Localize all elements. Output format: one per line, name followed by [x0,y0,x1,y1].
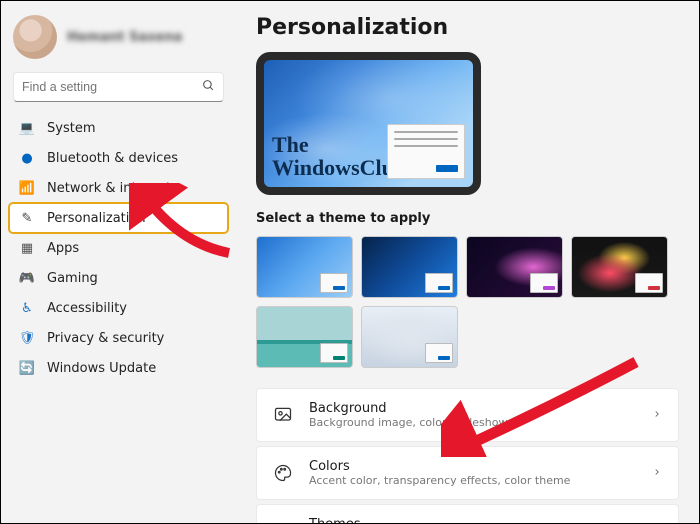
sidebar-item-network-internet[interactable]: 📶 Network & internet [9,173,228,203]
sidebar-item-label: Bluetooth & devices [47,151,178,166]
preview-window-card [387,124,465,179]
setting-row-themes[interactable]: ThemesInstall, create, manage [256,504,679,523]
setting-desc: Accent color, transparency effects, colo… [309,474,636,487]
theme-section-label: Select a theme to apply [256,211,679,226]
apps-icon: ▦ [19,240,35,256]
sidebar-item-gaming[interactable]: 🎮 Gaming [9,263,228,293]
privacy-icon: 🛡 [19,330,35,346]
sidebar-item-accessibility[interactable]: ♿ Accessibility [9,293,228,323]
sidebar-item-label: System [47,121,95,136]
sidebar-item-label: Privacy & security [47,331,164,346]
setting-title: Colors [309,459,636,474]
sidebar-item-label: Personalization [47,211,146,226]
setting-title: Background [309,401,636,416]
network-icon: 📶 [19,180,35,196]
theme-tile-4[interactable] [571,236,668,298]
windows-icon: 🔄 [19,360,35,376]
watermark-text: The WindowsClub [272,133,406,179]
accent-swatch [436,165,458,172]
sidebar-item-label: Apps [47,241,79,256]
sidebar-item-label: Accessibility [47,301,127,316]
sidebar-nav: 💻 System ● Bluetooth & devices 📶 Network & in… [5,113,232,383]
search-box[interactable] [13,72,224,102]
theme-tile-1[interactable] [256,236,353,298]
theme-tile-5[interactable] [256,306,353,368]
theme-tile-3[interactable] [466,236,563,298]
sidebar-item-apps[interactable]: ▦ Apps [9,233,228,263]
sidebar-item-label: Gaming [47,271,98,286]
sidebar-item-label: Network & internet [47,181,171,196]
accessibility-icon: ♿ [19,300,35,316]
system-icon: 💻 [19,120,35,136]
sidebar-item-system[interactable]: 💻 System [9,113,228,143]
brush-icon [273,521,293,523]
bluetooth-icon: ● [19,150,35,166]
sidebar-item-windows-update[interactable]: 🔄 Windows Update [9,353,228,383]
palette-icon [273,463,293,483]
settings-list: BackgroundBackground image, color, slide… [256,388,679,523]
theme-tile-6[interactable] [361,306,458,368]
image-icon [273,405,293,425]
search-icon [202,79,215,95]
setting-desc: Background image, color, slideshow [309,416,636,429]
setting-title: Themes [309,517,636,523]
gaming-icon: 🎮 [19,270,35,286]
personalization-icon: ✎ [19,210,35,226]
sidebar-item-bluetooth-devices[interactable]: ● Bluetooth & devices [9,143,228,173]
avatar [13,15,57,59]
theme-tile-2[interactable] [361,236,458,298]
setting-row-background[interactable]: BackgroundBackground image, color, slide… [256,388,679,442]
profile-block[interactable]: Hemant Saxena [5,9,232,69]
chevron-right-icon [652,466,662,480]
page-title: Personalization [256,15,679,40]
desktop-preview: The WindowsClub [256,52,481,195]
chevron-right-icon [652,408,662,422]
setting-row-colors[interactable]: ColorsAccent color, transparency effects… [256,446,679,500]
profile-name: Hemant Saxena [67,30,182,45]
sidebar-item-privacy-security[interactable]: 🛡 Privacy & security [9,323,228,353]
search-input[interactable] [22,80,202,94]
theme-grid [256,236,679,368]
sidebar-item-label: Windows Update [47,361,156,376]
sidebar-item-personalization[interactable]: ✎ Personalization [9,203,228,233]
